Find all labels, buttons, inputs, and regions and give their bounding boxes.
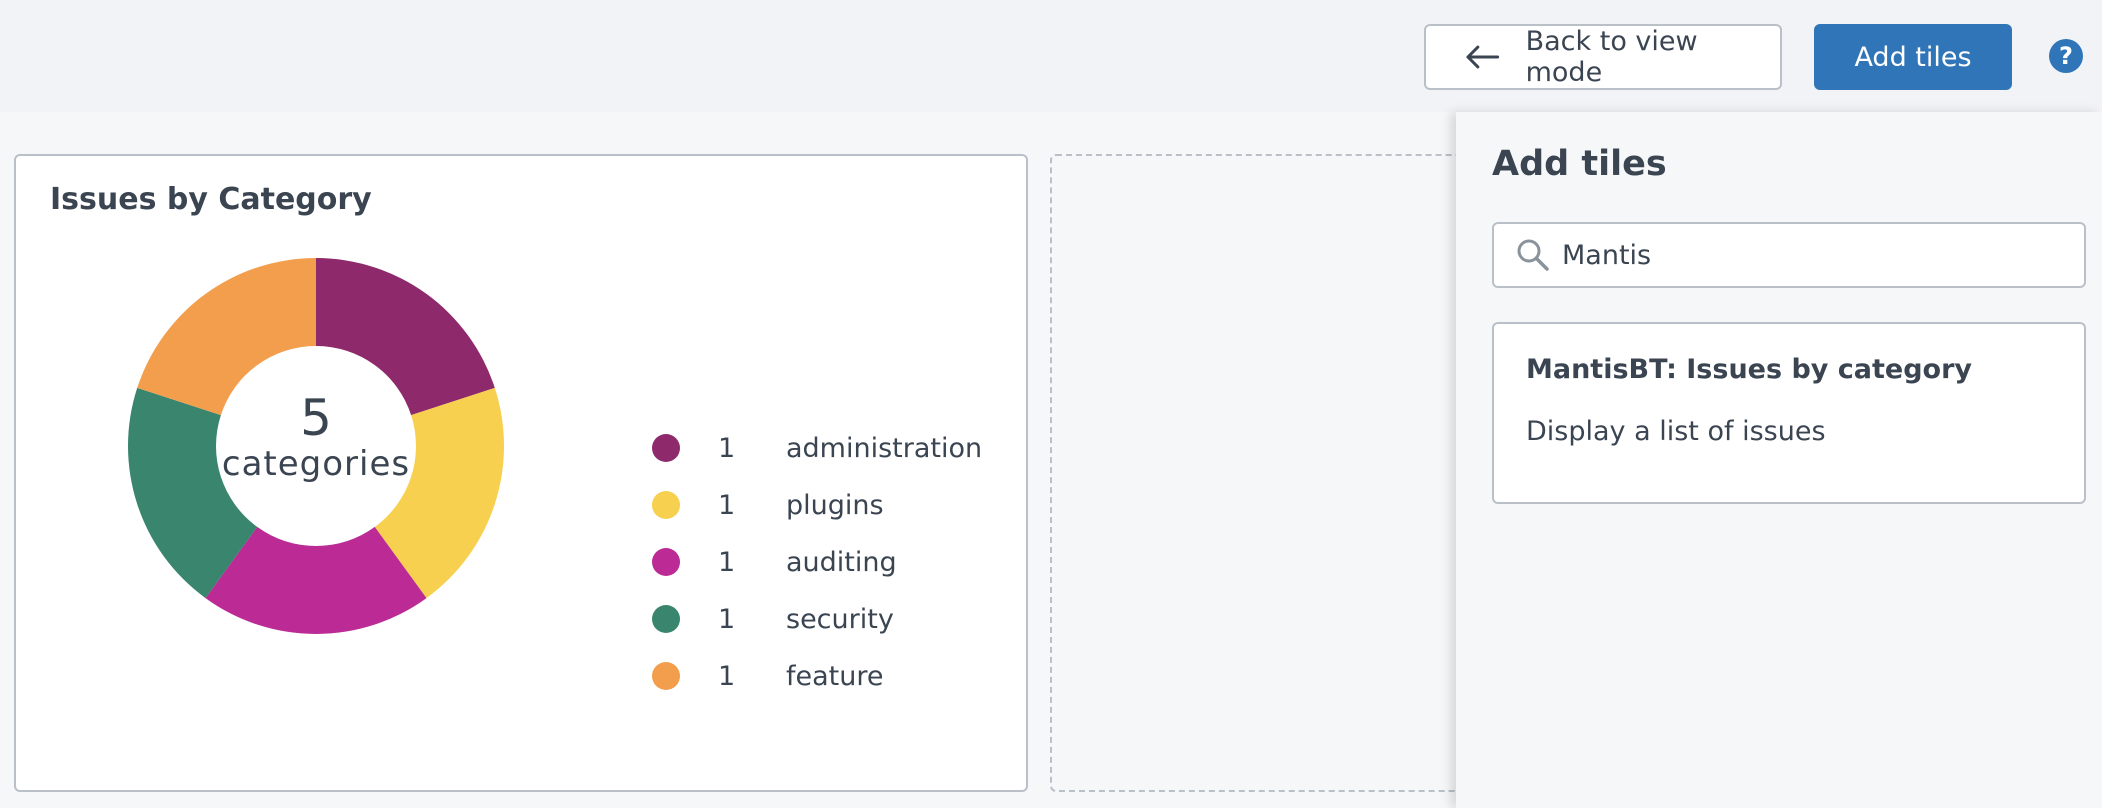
help-label: ? xyxy=(2059,42,2073,70)
legend-swatch xyxy=(652,605,680,633)
legend-label: feature xyxy=(786,660,884,692)
legend-item[interactable]: 1 security xyxy=(638,599,894,639)
back-to-view-mode-button[interactable]: Back to view mode xyxy=(1424,24,1782,90)
legend-value: 1 xyxy=(718,489,736,521)
tile-result-description: Display a list of issues xyxy=(1526,416,1826,447)
search-icon xyxy=(1517,239,1549,271)
issues-by-category-tile[interactable]: Issues by Category 5 categories 1 adminis… xyxy=(14,154,1028,792)
legend-item[interactable]: 1 auditing xyxy=(638,542,897,582)
slice-feature[interactable] xyxy=(137,258,316,416)
tile-drop-zone[interactable] xyxy=(1050,154,1470,792)
legend-swatch xyxy=(652,662,680,690)
legend-value: 1 xyxy=(718,432,736,464)
tile-search-field[interactable] xyxy=(1492,222,2086,288)
legend-swatch xyxy=(652,548,680,576)
legend-label: auditing xyxy=(786,546,897,578)
legend-swatch xyxy=(652,434,680,462)
slice-administration[interactable] xyxy=(316,258,495,416)
legend-swatch xyxy=(652,491,680,519)
legend-item[interactable]: 1 feature xyxy=(638,656,883,696)
add-tiles-label: Add tiles xyxy=(1854,41,1972,73)
legend-label: plugins xyxy=(786,489,884,521)
back-to-view-mode-label: Back to view mode xyxy=(1525,26,1698,88)
legend-value: 1 xyxy=(718,660,736,692)
arrow-left-icon xyxy=(1466,45,1500,69)
legend-label: administration xyxy=(786,432,983,464)
tile-title: Issues by Category xyxy=(50,182,372,217)
donut-chart: 5 categories xyxy=(127,258,504,634)
help-icon[interactable]: ? xyxy=(2049,39,2083,73)
panel-title: Add tiles xyxy=(1492,144,1667,184)
tile-result-title: MantisBT: Issues by category xyxy=(1526,354,1973,385)
add-tiles-panel: Add tiles MantisBT: Issues by category D… xyxy=(1456,112,2102,808)
tile-result-card[interactable]: MantisBT: Issues by category Display a l… xyxy=(1492,322,2086,504)
top-toolbar: Back to view mode Add tiles ? xyxy=(0,0,2102,112)
search-input[interactable] xyxy=(1560,238,2060,272)
donut-chart-svg xyxy=(127,258,504,634)
add-tiles-button[interactable]: Add tiles xyxy=(1814,24,2012,90)
legend-value: 1 xyxy=(718,546,736,578)
legend-item[interactable]: 1 plugins xyxy=(638,485,884,525)
legend-label: security xyxy=(786,603,894,635)
legend-item[interactable]: 1 administration xyxy=(638,428,982,468)
legend-value: 1 xyxy=(718,603,736,635)
